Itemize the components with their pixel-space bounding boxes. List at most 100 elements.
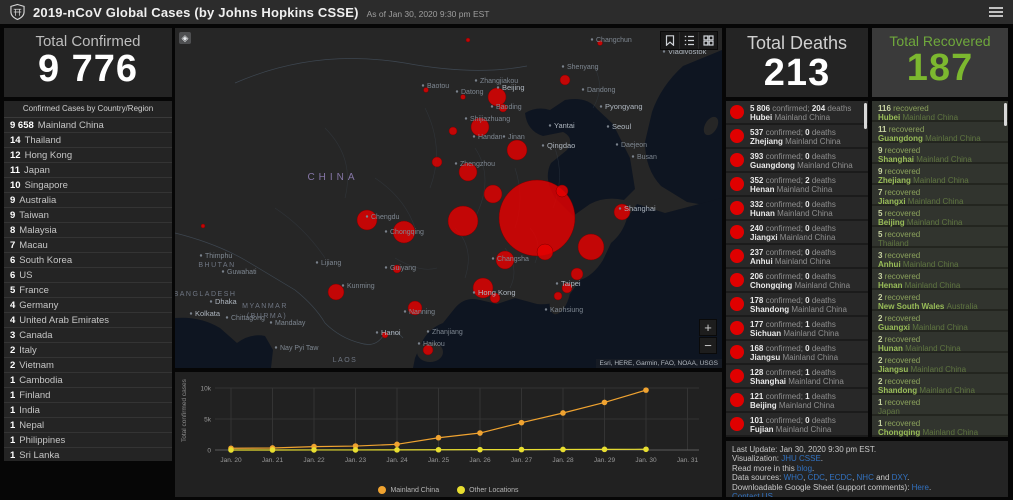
info-link[interactable]: WHO: [784, 473, 804, 482]
info-link[interactable]: Contact US.: [732, 492, 775, 497]
map-canvas[interactable]: ChangchunShenyangDandongVladivostokPyong…: [175, 28, 722, 368]
confirmed-country-row[interactable]: 9 658Mainland China: [4, 118, 172, 133]
confirmed-count: 121: [750, 392, 763, 401]
country-name: Mainland China: [903, 260, 959, 269]
deaths-region-row[interactable]: 352 confirmed; 2 deathsHenan Mainland Ch…: [726, 173, 868, 197]
menu-button[interactable]: [989, 5, 1003, 19]
case-bubble[interactable]: [328, 284, 344, 300]
case-bubble[interactable]: [432, 157, 442, 167]
confirmed-country-row[interactable]: 5France: [4, 283, 172, 298]
deaths-region-row[interactable]: 537 confirmed; 0 deathsZhejiang Mainland…: [726, 125, 868, 149]
map-home-button[interactable]: ◈: [179, 32, 191, 44]
region-name: Hunan: [878, 344, 905, 353]
map-panel[interactable]: ChangchunShenyangDandongVladivostokPyong…: [175, 28, 722, 368]
deaths-row-stats: 206 confirmed; 0 deaths: [750, 272, 865, 282]
basemap-icon[interactable]: [698, 32, 717, 49]
confirmed-country-row[interactable]: 1Finland: [4, 388, 172, 403]
confirmed-country-row[interactable]: 3Canada: [4, 328, 172, 343]
confirmed-country-row[interactable]: 14Thailand: [4, 133, 172, 148]
case-bubble[interactable]: [484, 185, 502, 203]
zoom-in-button[interactable]: +: [699, 319, 717, 336]
case-bubble[interactable]: [466, 38, 470, 42]
confirmed-country-row[interactable]: 2Italy: [4, 343, 172, 358]
as-of-timestamp: As of Jan 30, 2020 9:30 pm EST: [367, 9, 490, 19]
country-count: 1: [10, 420, 15, 431]
recovered-region-row[interactable]: 116 recoveredHubei Mainland China: [872, 101, 1008, 122]
deaths-scrollbar[interactable]: [864, 103, 867, 129]
map-label: BANGLADESH: [175, 291, 236, 298]
recovered-region-row[interactable]: 7 recoveredJiangxi Mainland China: [872, 185, 1008, 206]
deaths-region-row[interactable]: 393 confirmed; 0 deathsGuangdong Mainlan…: [726, 149, 868, 173]
deaths-region-row[interactable]: 237 confirmed; 0 deathsAnhui Mainland Ch…: [726, 245, 868, 269]
recovered-region-row[interactable]: 2 recoveredNew South Wales Australia: [872, 290, 1008, 311]
zoom-out-button[interactable]: −: [699, 337, 717, 354]
deaths-region-row[interactable]: 168 confirmed; 0 deathsJiangsu Mainland …: [726, 341, 868, 365]
confirmed-country-row[interactable]: 9Australia: [4, 193, 172, 208]
info-link[interactable]: Here: [912, 483, 929, 492]
confirmed-country-row[interactable]: 2Vietnam: [4, 358, 172, 373]
confirmed-country-row[interactable]: 8Malaysia: [4, 223, 172, 238]
info-link[interactable]: JHU CSSE: [781, 454, 821, 463]
deaths-region-row[interactable]: 177 confirmed; 1 deathsSichuan Mainland …: [726, 317, 868, 341]
case-bubble[interactable]: [201, 224, 205, 228]
deaths-region-row[interactable]: 121 confirmed; 1 deathsBeijing Mainland …: [726, 389, 868, 413]
deaths-region-row[interactable]: 240 confirmed; 0 deathsJiangxi Mainland …: [726, 221, 868, 245]
recovered-region-row[interactable]: 2 recoveredHunan Mainland China: [872, 332, 1008, 353]
case-bubble[interactable]: [560, 75, 570, 85]
confirmed-country-row[interactable]: 6South Korea: [4, 253, 172, 268]
case-bubble[interactable]: [554, 292, 562, 300]
bookmark-icon[interactable]: [661, 32, 679, 49]
info-link[interactable]: ECDC: [829, 473, 852, 482]
confirmed-country-row[interactable]: 12Hong Kong: [4, 148, 172, 163]
confirmed-country-row[interactable]: 9Taiwan: [4, 208, 172, 223]
confirmed-country-row[interactable]: 1Sri Lanka: [4, 448, 172, 461]
confirmed-country-row[interactable]: 4United Arab Emirates: [4, 313, 172, 328]
case-bubble[interactable]: [537, 244, 553, 260]
data-point: [353, 447, 359, 453]
deaths-region-row[interactable]: 5 806 confirmed; 204 deathsHubei Mainlan…: [726, 101, 868, 125]
recovered-region-row[interactable]: 1 recoveredJapan: [872, 395, 1008, 416]
case-bubble[interactable]: [449, 127, 457, 135]
case-bubble[interactable]: [507, 140, 527, 160]
case-bubble[interactable]: [578, 234, 604, 260]
confirmed-country-row[interactable]: 7Macau: [4, 238, 172, 253]
confirmed-country-row[interactable]: 6US: [4, 268, 172, 283]
recovered-region-row[interactable]: 9 recoveredShanghai Mainland China: [872, 143, 1008, 164]
city-dot: [475, 79, 477, 81]
legend-icon[interactable]: [679, 32, 698, 49]
recovered-region-row[interactable]: 5 recoveredThailand: [872, 227, 1008, 248]
info-link[interactable]: NHC: [857, 473, 874, 482]
recovered-region-row[interactable]: 9 recoveredZhejiang Mainland China: [872, 164, 1008, 185]
confirmed-country-row[interactable]: 1India: [4, 403, 172, 418]
recovered-list-panel: 116 recoveredHubei Mainland China11 reco…: [872, 101, 1008, 437]
recovered-region-row[interactable]: 2 recoveredShandong Mainland China: [872, 374, 1008, 395]
region-name: Henan: [878, 281, 905, 290]
confirmed-country-row[interactable]: 1Philippines: [4, 433, 172, 448]
map-label: Chengdu: [371, 214, 400, 221]
info-line: Visualization: JHU CSSE.: [732, 454, 1002, 463]
confirmed-country-row[interactable]: 10Singapore: [4, 178, 172, 193]
confirmed-country-row[interactable]: 11Japan: [4, 163, 172, 178]
info-link[interactable]: CDC: [808, 473, 825, 482]
confirmed-country-row[interactable]: 4Germany: [4, 298, 172, 313]
region-name: Beijing: [750, 401, 777, 410]
case-bubble[interactable]: [556, 185, 568, 197]
deaths-region-row[interactable]: 206 confirmed; 0 deathsChongqing Mainlan…: [726, 269, 868, 293]
case-bubble[interactable]: [448, 206, 478, 236]
confirmed-country-row[interactable]: 1Nepal: [4, 418, 172, 433]
recovered-region-row[interactable]: 3 recoveredHenan Mainland China: [872, 269, 1008, 290]
recovered-region-row[interactable]: 2 recoveredJiangsu Mainland China: [872, 353, 1008, 374]
deaths-region-row[interactable]: 178 confirmed; 0 deathsShandong Mainland…: [726, 293, 868, 317]
deaths-region-row[interactable]: 101 confirmed; 0 deathsFujian Mainland C…: [726, 413, 868, 437]
recovered-region-row[interactable]: 2 recoveredGuangxi Mainland China: [872, 311, 1008, 332]
deaths-region-row[interactable]: 332 confirmed; 0 deathsHunan Mainland Ch…: [726, 197, 868, 221]
deaths-region-row[interactable]: 128 confirmed; 1 deathsShanghai Mainland…: [726, 365, 868, 389]
info-link[interactable]: DXY: [892, 473, 907, 482]
recovered-region-row[interactable]: 5 recoveredBeijing Mainland China: [872, 206, 1008, 227]
recovered-scrollbar[interactable]: [1004, 103, 1007, 126]
recovered-region-row[interactable]: 3 recoveredAnhui Mainland China: [872, 248, 1008, 269]
recovered-region-row[interactable]: 11 recoveredGuangdong Mainland China: [872, 122, 1008, 143]
confirmed-country-row[interactable]: 1Cambodia: [4, 373, 172, 388]
info-link[interactable]: blog: [797, 464, 812, 473]
recovered-region-row[interactable]: 1 recoveredChongqing Mainland China: [872, 416, 1008, 437]
